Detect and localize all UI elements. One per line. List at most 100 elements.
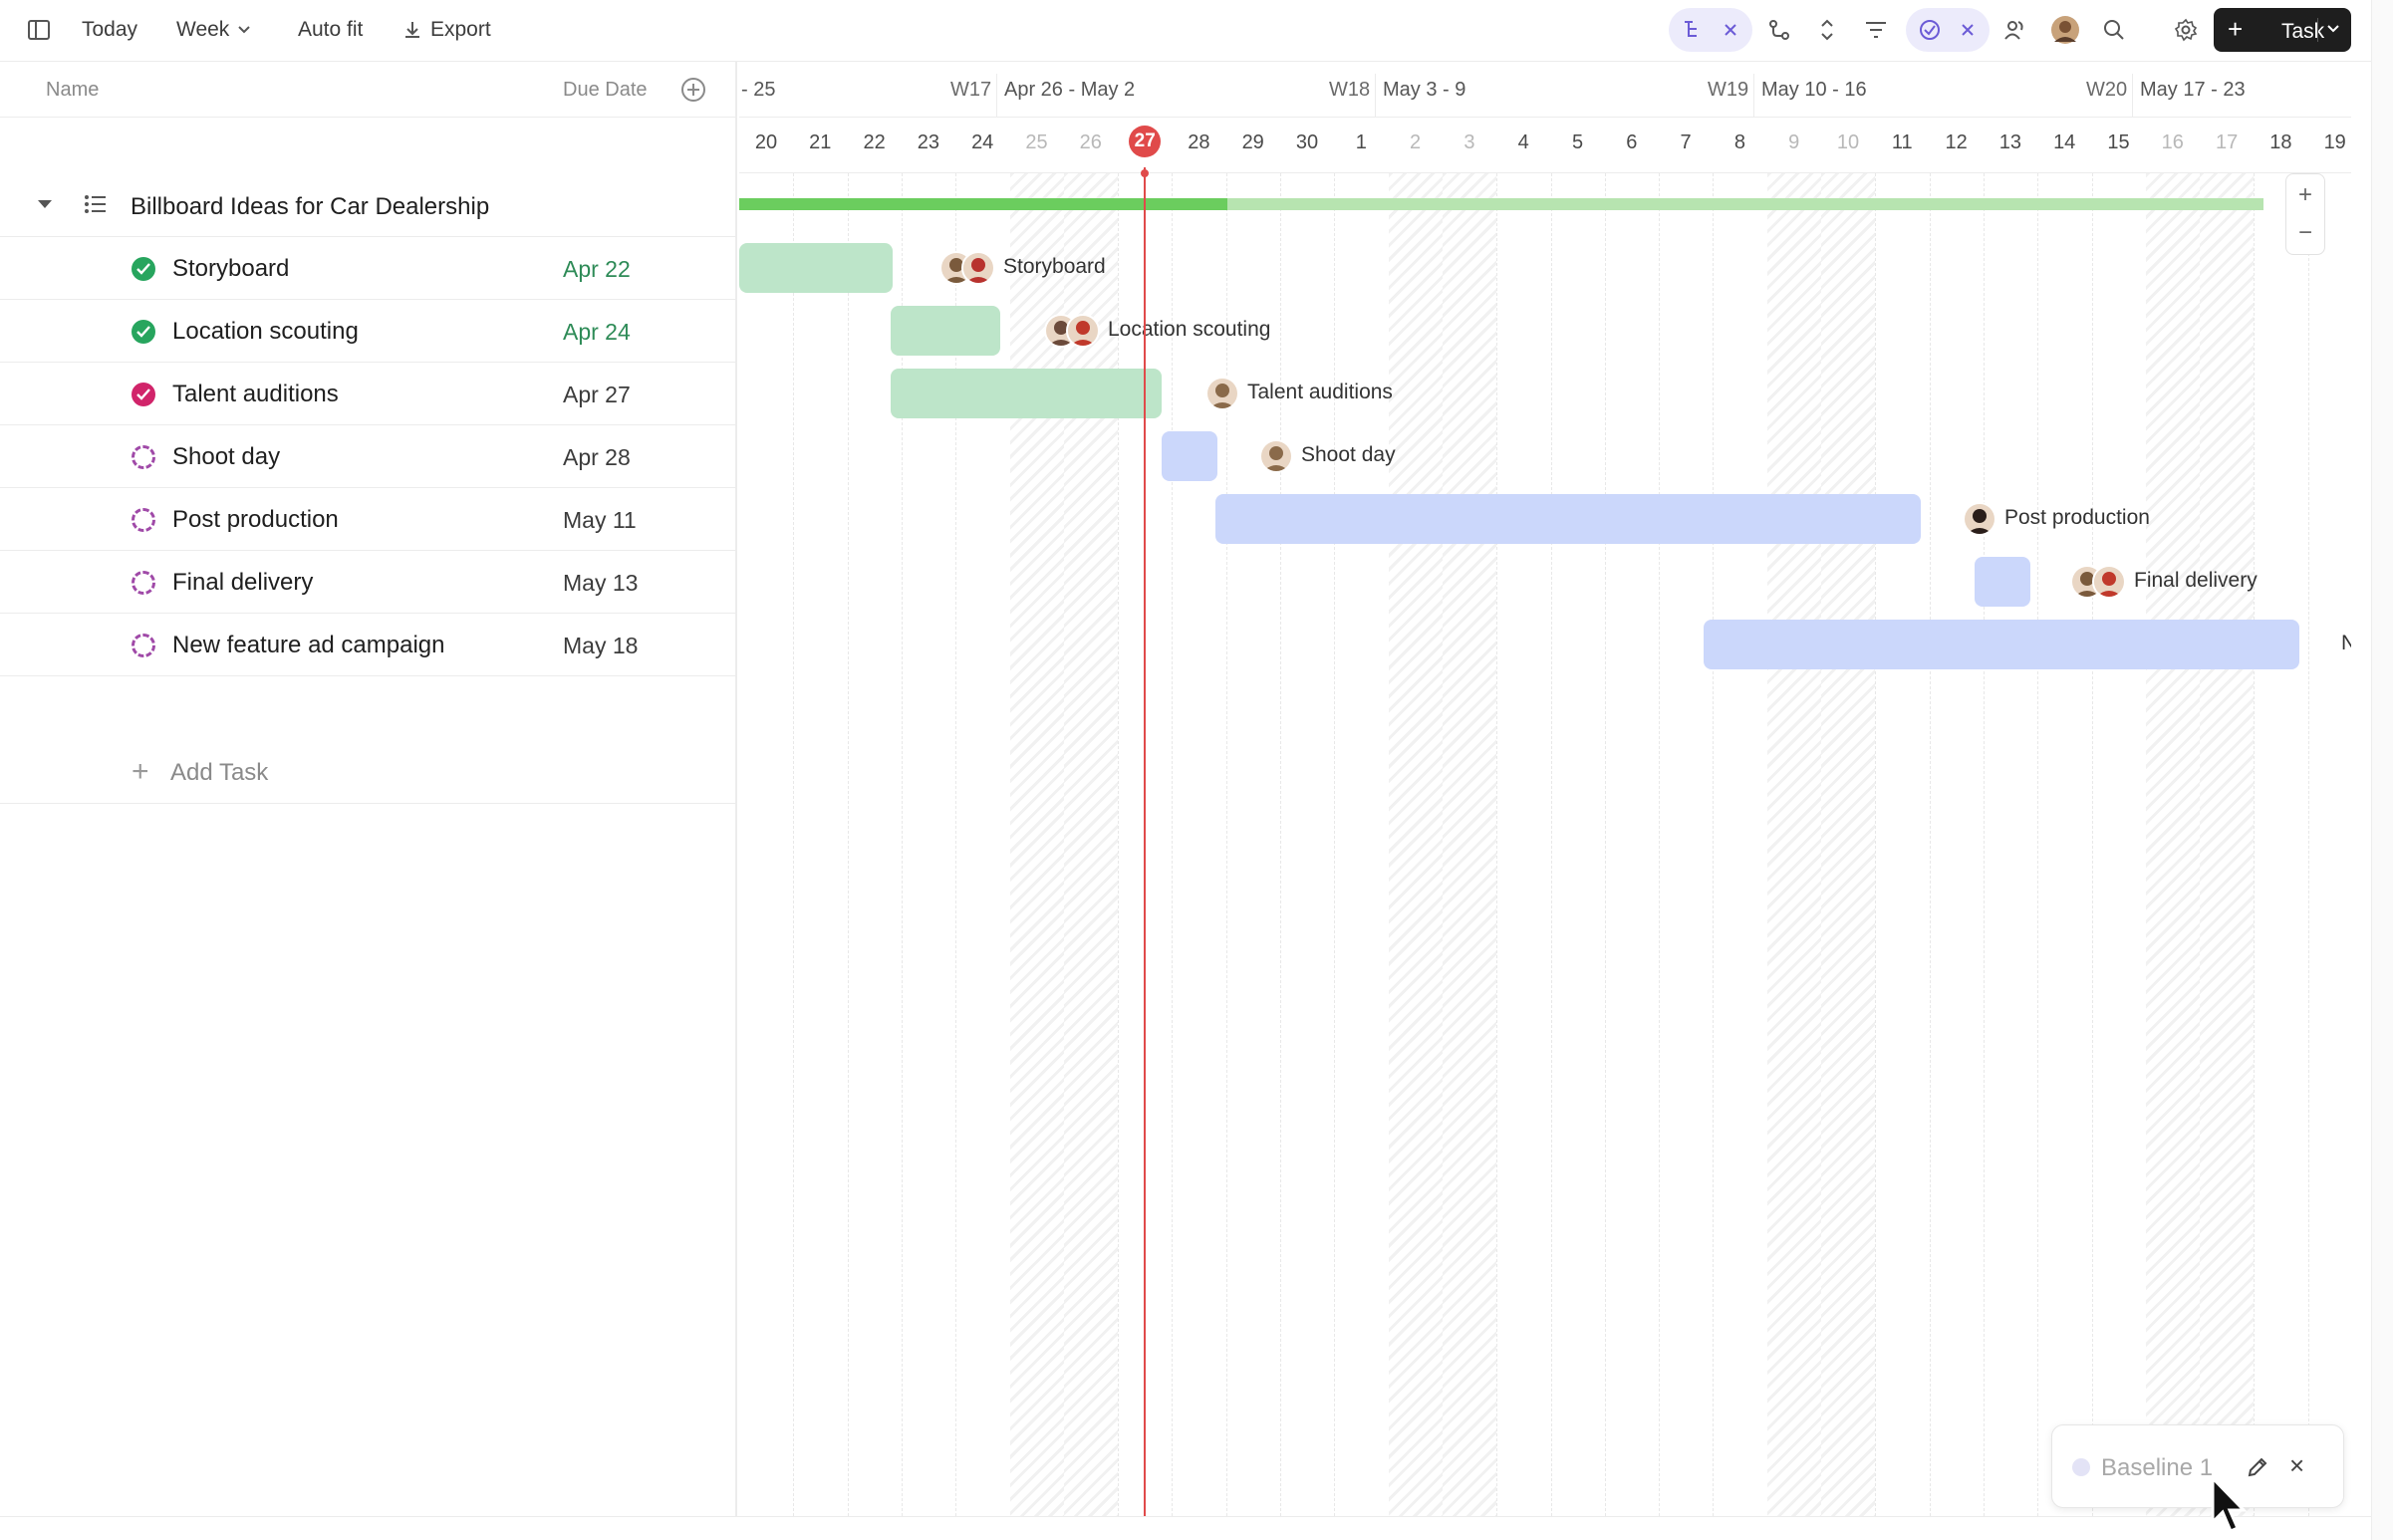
group-row[interactable]: Billboard Ideas for Car Dealership [0, 173, 737, 237]
task-due-date[interactable]: Apr 24 [563, 319, 631, 346]
task-name[interactable]: Post production [172, 506, 339, 534]
horizontal-scrollbar[interactable] [0, 1516, 2371, 1540]
export-label: Export [430, 18, 491, 41]
name-column-header[interactable]: Name [46, 79, 99, 102]
today-button[interactable]: Today [82, 10, 137, 50]
task-row[interactable]: Location scouting Apr 24 [0, 300, 737, 363]
chevron-down-icon[interactable] [2325, 21, 2341, 37]
dependency-icon[interactable] [1760, 11, 1798, 49]
day-label: 19 [2323, 131, 2346, 153]
day-gridline [1334, 173, 1336, 1516]
day-header: 20 21 22 23 24 25 26 27 28 29 30 1 2 3 4 5 6 7 8 9 10 11 12 13 1… [739, 118, 2351, 173]
zoom-out-button[interactable]: − [2286, 214, 2324, 252]
task-bar[interactable] [1975, 557, 2030, 607]
task-bar[interactable] [1162, 431, 1217, 481]
expand-collapse-icon[interactable] [1808, 11, 1846, 49]
filter-icon[interactable] [1857, 11, 1895, 49]
group-title[interactable]: Billboard Ideas for Car Dealership [131, 193, 489, 221]
task-row[interactable]: Post production May 11 [0, 488, 737, 551]
task-due-date[interactable]: Apr 27 [563, 382, 631, 408]
vertical-scrollbar[interactable] [2371, 0, 2393, 1540]
collapse-caret-icon[interactable] [38, 200, 52, 208]
task-name[interactable]: New feature ad campaign [172, 632, 445, 659]
task-row[interactable]: Storyboard Apr 22 [0, 237, 737, 300]
status-todo-icon[interactable] [132, 634, 155, 657]
assignee-avatar[interactable] [2092, 565, 2126, 599]
weekend-band [1821, 173, 1876, 1516]
assignee-avatar[interactable] [961, 251, 995, 285]
close-icon[interactable]: × [2289, 1451, 2304, 1479]
task-bar-label[interactable]: Location scouting [1108, 318, 1270, 342]
task-bar-label[interactable]: Talent auditions [1247, 381, 1393, 404]
zoom-in-button[interactable]: + [2286, 176, 2324, 214]
settings-icon[interactable] [2167, 11, 2205, 49]
task-bar-label[interactable]: Ne [2341, 632, 2351, 655]
due-date-column-header[interactable]: Due Date [563, 79, 648, 102]
task-bar-label[interactable]: Post production [2004, 506, 2150, 530]
task-due-date[interactable]: Apr 28 [563, 444, 631, 471]
week-number: W17 [950, 79, 992, 101]
column-header: Name Due Date [0, 62, 737, 118]
task-row[interactable]: Final delivery May 13 [0, 551, 737, 614]
status-todo-icon[interactable] [132, 445, 155, 469]
day-label: 28 [1188, 131, 1210, 153]
week-divider [1753, 74, 1754, 118]
assignees-icon[interactable] [1996, 11, 2034, 49]
task-bar[interactable] [739, 243, 893, 293]
clear-closed-filter-icon[interactable] [1949, 11, 1987, 49]
task-row[interactable]: Shoot day Apr 28 [0, 425, 737, 488]
day-label: 13 [1998, 131, 2022, 153]
day-gridline [1659, 173, 1661, 1516]
task-bar[interactable] [1215, 494, 1921, 544]
task-due-date[interactable]: Apr 22 [563, 256, 631, 283]
task-name[interactable]: Location scouting [172, 318, 359, 346]
assignee-avatar[interactable] [1963, 502, 1996, 536]
day-label: 12 [1945, 131, 1968, 153]
assignee-avatar[interactable] [1205, 377, 1239, 410]
sidebar-toggle-icon[interactable] [20, 11, 58, 49]
export-button[interactable]: Export [402, 10, 491, 50]
task-name[interactable]: Shoot day [172, 443, 280, 471]
task-due-date[interactable]: May 13 [563, 570, 638, 597]
autofit-button[interactable]: Auto fit [298, 10, 363, 50]
task-bar-label[interactable]: Final delivery [2134, 569, 2258, 593]
task-row[interactable]: New feature ad campaign May 18 [0, 614, 737, 676]
baseline-chip[interactable]: Baseline 1 × [2051, 1424, 2344, 1508]
task-due-date[interactable]: May 18 [563, 633, 638, 659]
avatar-icon[interactable] [2046, 11, 2084, 49]
status-done-icon[interactable] [132, 320, 155, 344]
day-label: 29 [1241, 131, 1264, 153]
add-task-row[interactable]: + Add Task [0, 741, 737, 804]
plus-icon: + [132, 755, 149, 788]
task-bar[interactable] [891, 369, 1162, 418]
status-todo-icon[interactable] [132, 508, 155, 532]
search-icon[interactable] [2095, 11, 2133, 49]
gantt-body: Storyboard Location scouting Talent auditi… [739, 167, 2351, 1516]
add-column-icon[interactable] [679, 76, 707, 104]
clear-subtasks-filter-icon[interactable] [1712, 11, 1749, 49]
task-name[interactable]: Final delivery [172, 569, 313, 597]
week-dropdown[interactable]: Week [176, 10, 251, 50]
status-review-icon[interactable] [132, 383, 155, 406]
task-due-date[interactable]: May 11 [563, 507, 637, 534]
task-bar[interactable] [891, 306, 1000, 356]
add-task-button[interactable]: + Task [2214, 8, 2351, 52]
assignee-avatar[interactable] [1066, 314, 1100, 348]
task-bar[interactable] [1704, 620, 2299, 669]
day-label: 23 [917, 131, 940, 153]
status-done-icon[interactable] [132, 257, 155, 281]
day-label: 18 [2269, 131, 2292, 153]
add-task-label[interactable]: Add Task [170, 759, 268, 787]
subtasks-filter-icon[interactable] [1674, 11, 1712, 49]
status-todo-icon[interactable] [132, 571, 155, 595]
task-row[interactable]: Talent auditions Apr 27 [0, 363, 737, 425]
group-progress-fill [739, 198, 1227, 210]
task-bar-label[interactable]: Shoot day [1301, 443, 1396, 467]
closed-tasks-icon[interactable] [1911, 11, 1949, 49]
assignee-avatar[interactable] [1259, 439, 1293, 473]
week-header: - 25 W17 Apr 26 - May 2 W18 May 3 - 9 W19 May … [739, 62, 2351, 118]
task-name[interactable]: Storyboard [172, 255, 289, 283]
task-bar-label[interactable]: Storyboard [1003, 255, 1106, 279]
task-name[interactable]: Talent auditions [172, 381, 339, 408]
day-label: 7 [1680, 131, 1692, 153]
